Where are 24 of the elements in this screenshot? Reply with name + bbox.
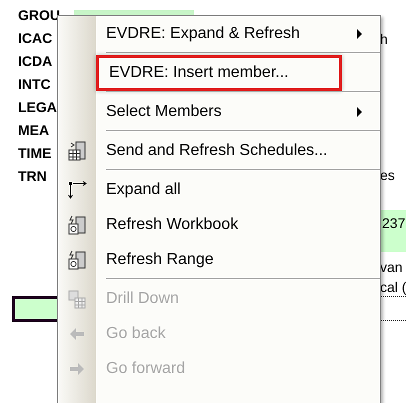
row-label: ICDA <box>18 52 52 70</box>
arrows-icon <box>67 180 87 200</box>
cell-text: es <box>380 166 395 184</box>
drill-icon <box>67 288 87 308</box>
row-label: LEGA <box>18 98 57 116</box>
cell-text: 237 <box>380 210 406 252</box>
menu-item[interactable]: Select Members <box>106 96 356 126</box>
menu-item[interactable]: Refresh Workbook <box>106 210 380 240</box>
refresh-icon <box>67 250 87 270</box>
menu-item[interactable]: EVDRE: Insert member... <box>96 54 342 90</box>
menu-item[interactable]: Send and Refresh Schedules... <box>106 136 380 166</box>
refresh-icon <box>67 214 87 234</box>
row-label: TIME <box>18 144 52 162</box>
menu-item[interactable]: EVDRE: Expand & Refresh <box>106 18 356 48</box>
menu-item[interactable]: Expand all <box>106 174 380 204</box>
cell-text: van <box>380 258 403 276</box>
cell-text: h <box>380 30 388 48</box>
row-label: GROU <box>18 6 60 24</box>
row-label: TRN <box>18 167 47 185</box>
row-label: ICAC <box>18 29 52 47</box>
spreadsheet-icon <box>67 140 87 160</box>
menu-item[interactable]: Refresh Range <box>106 244 380 274</box>
row-label: MEA <box>18 121 50 139</box>
row-label: INTC <box>18 75 51 93</box>
